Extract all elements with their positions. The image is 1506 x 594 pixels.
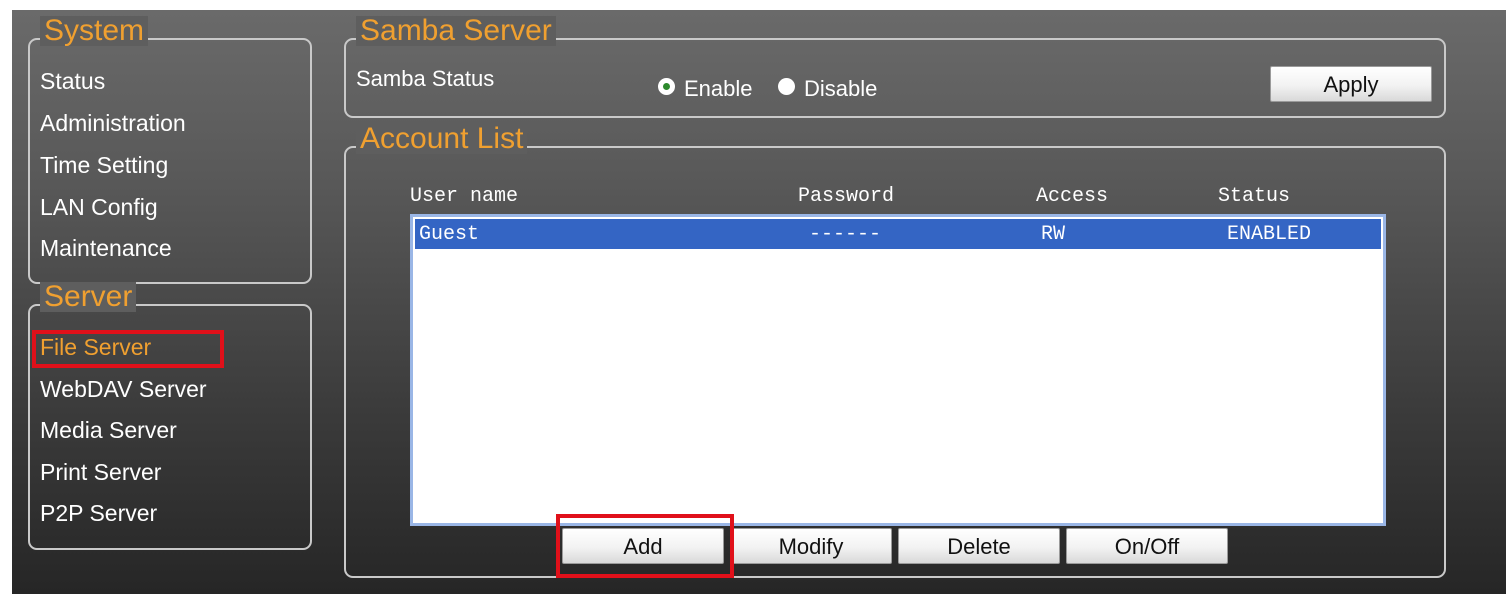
account-listbox[interactable]: Guest ------ RW ENABLED xyxy=(410,214,1386,526)
server-group-title: Server xyxy=(40,282,137,312)
nav-maintenance[interactable]: Maintenance xyxy=(40,235,172,262)
add-button-highlight xyxy=(556,514,734,578)
cell-user-name: Guest xyxy=(419,223,480,246)
table-row[interactable]: Guest ------ RW ENABLED xyxy=(415,219,1381,249)
samba-status-label: Samba Status xyxy=(356,66,495,91)
samba-group-title: Samba Server xyxy=(356,16,556,46)
nav-p2p-server[interactable]: P2P Server xyxy=(40,500,157,527)
column-header-password: Password xyxy=(798,185,895,208)
cell-password: ------ xyxy=(809,223,882,246)
column-header-user-name: User name xyxy=(410,185,519,208)
nav-administration[interactable]: Administration xyxy=(40,110,186,137)
cell-status: ENABLED xyxy=(1227,223,1312,246)
nav-media-server[interactable]: Media Server xyxy=(40,417,177,444)
disable-radio[interactable] xyxy=(778,78,795,95)
nav-print-server[interactable]: Print Server xyxy=(40,459,161,486)
nav-lan-config[interactable]: LAN Config xyxy=(40,194,158,221)
disable-label[interactable]: Disable xyxy=(804,76,877,102)
column-header-access: Access xyxy=(1036,185,1109,208)
apply-button[interactable]: Apply xyxy=(1270,66,1432,102)
delete-button[interactable]: Delete xyxy=(898,528,1060,564)
modify-button[interactable]: Modify xyxy=(730,528,892,564)
enable-label[interactable]: Enable xyxy=(684,76,753,102)
column-header-status: Status xyxy=(1218,185,1291,208)
file-server-highlight xyxy=(32,330,224,368)
account-list-title: Account List xyxy=(356,124,528,154)
cell-access: RW xyxy=(1041,223,1066,246)
on-off-button[interactable]: On/Off xyxy=(1066,528,1228,564)
nav-webdav-server[interactable]: WebDAV Server xyxy=(40,376,207,403)
router-admin-panel: System Status Administration Time Settin… xyxy=(12,10,1506,594)
nav-time-setting[interactable]: Time Setting xyxy=(40,152,168,179)
nav-status[interactable]: Status xyxy=(40,68,105,95)
enable-radio[interactable] xyxy=(658,78,675,95)
system-group-title: System xyxy=(40,16,149,46)
system-group: System Status Administration Time Settin… xyxy=(28,16,312,284)
